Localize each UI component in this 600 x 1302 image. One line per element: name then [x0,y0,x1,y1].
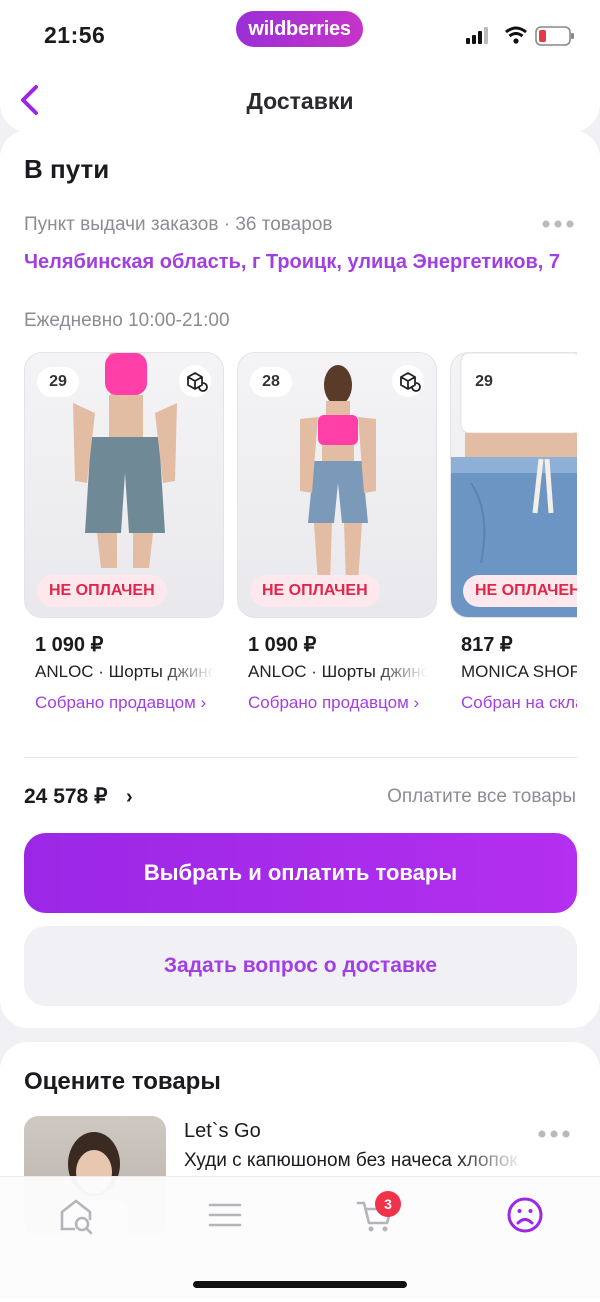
product-price: 1 090 ₽ [35,634,104,656]
product-carousel[interactable]: 29 НЕ ОПЛАЧЕН 1 090 ₽ ANLOC · Шорты джин… [24,352,577,752]
delivery-card: В пути Пункт выдачи заказов · 36 товаров… [0,130,600,1028]
product-price: 817 ₽ [461,634,513,656]
home-indicator [193,1281,407,1288]
pay-hint: Оплатите все товары [387,786,576,807]
box-return-icon[interactable] [179,365,211,397]
delivery-day-badge: 29 [37,367,79,397]
product-photo[interactable]: 29 НЕ ОПЛАЧЕН [450,352,577,618]
pickup-point-meta: Пункт выдачи заказов · 36 товаров [24,214,333,235]
status-bar: 21:56 wildberries [0,0,600,70]
page-title: Доставки [246,88,354,114]
unpaid-badge: НЕ ОПЛАЧЕН [463,575,577,607]
page-header: Доставки [0,70,600,132]
product-photo[interactable]: 29 НЕ ОПЛАЧЕН [24,352,224,618]
system-status-icons [466,26,574,46]
rate-product-name[interactable]: Худи с капюшоном без начеса хлопок [184,1150,524,1172]
profile-icon[interactable] [505,1195,545,1235]
product-name: ANLOC · Шорты джинсовые [248,662,428,681]
unpaid-badge: НЕ ОПЛАЧЕН [250,575,380,607]
select-and-pay-button[interactable]: Выбрать и оплатить товары [24,833,577,913]
bottom-tab-bar: 3 [0,1176,600,1298]
menu-icon[interactable] [205,1195,245,1235]
product-name: MONICA SHOP [461,662,577,681]
pickup-address-link[interactable]: Челябинская область, г Троицк, улица Эне… [24,248,579,276]
status-time: 21:56 [44,22,106,48]
delivery-day-badge: 28 [250,367,292,397]
divider [24,757,577,758]
delivery-day-badge: 29 [463,367,505,397]
product-photo[interactable]: 28 НЕ ОПЛАЧЕН [237,352,437,618]
more-icon[interactable] [538,1130,570,1138]
unpaid-badge: НЕ ОПЛАЧЕН [37,575,167,607]
chevron-right-icon[interactable]: › [126,786,133,809]
ask-delivery-question-button[interactable]: Задать вопрос о доставке [24,926,577,1006]
delivery-status-title: В пути [24,154,110,184]
product-price: 1 090 ₽ [248,634,317,656]
pickup-hours: Ежедневно 10:00-21:00 [24,310,230,331]
home-search-icon[interactable] [56,1195,96,1235]
product-name: ANLOC · Шорты джинсовые [35,662,215,681]
wildberries-logo: wildberries [236,11,363,47]
rate-product-brand: Let`s Go [184,1120,261,1142]
rate-products-title: Оцените товары [24,1068,221,1095]
cart-count-badge: 3 [375,1191,401,1217]
more-icon[interactable] [542,220,574,228]
box-return-icon[interactable] [392,365,424,397]
product-status-link[interactable]: Собрано продавцом › [248,690,433,715]
product-status-link[interactable]: Собран на складе [461,690,577,715]
order-total[interactable]: 24 578 ₽ [24,784,107,809]
product-status-link[interactable]: Собрано продавцом › [35,690,220,715]
